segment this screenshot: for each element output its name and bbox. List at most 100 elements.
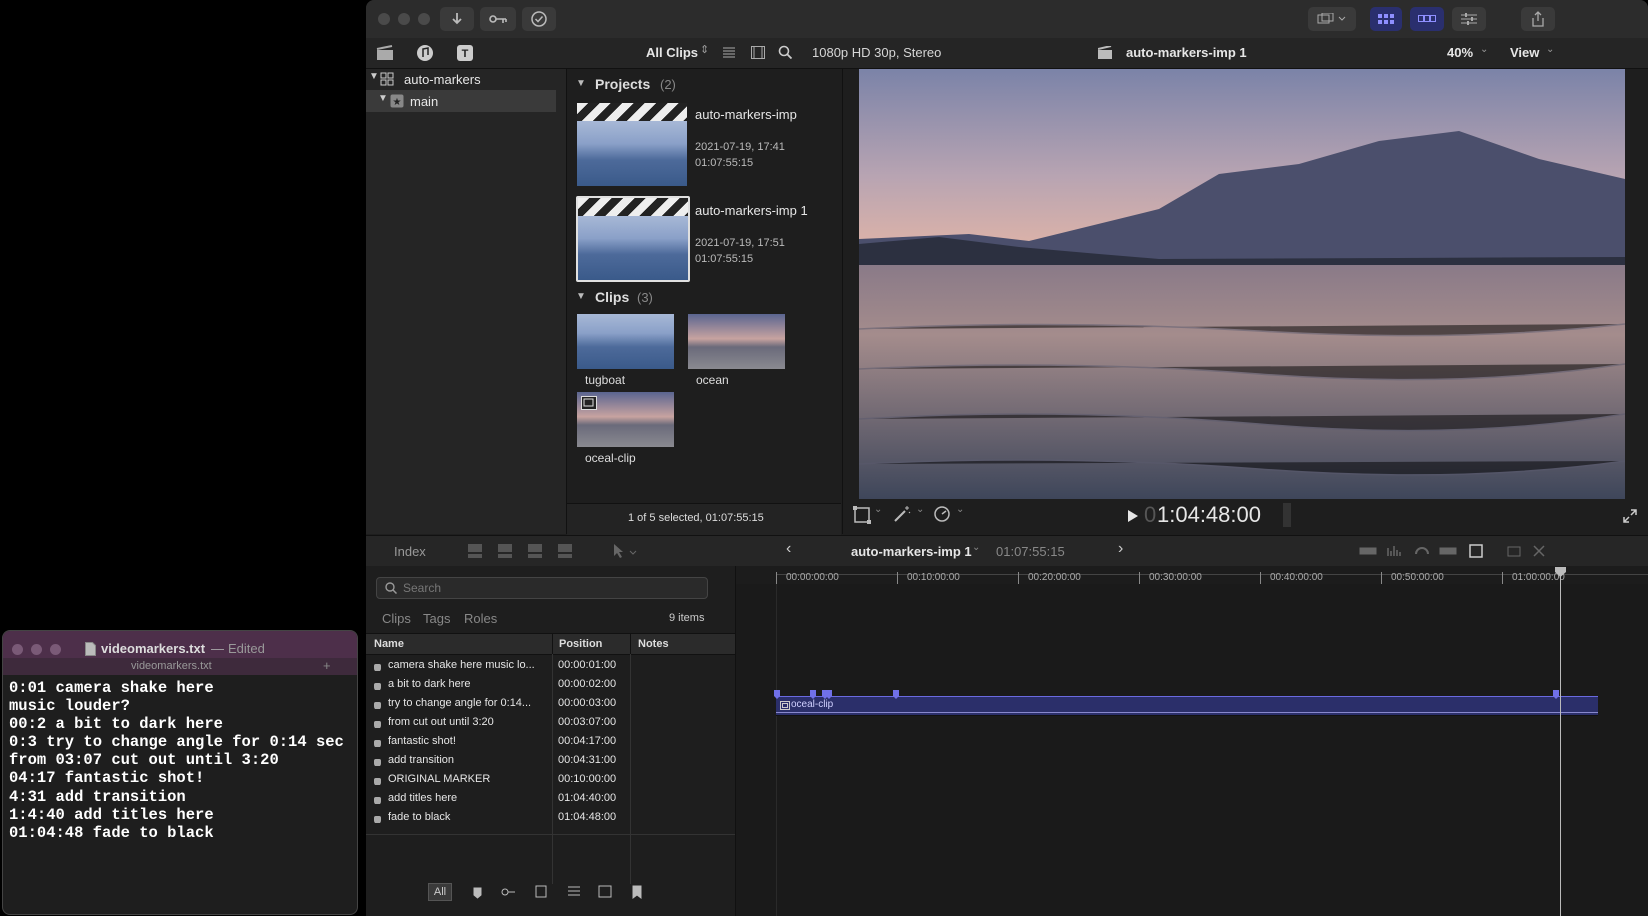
svg-text:★: ★ xyxy=(393,97,402,108)
editor-tab[interactable]: videomarkers.txt xyxy=(131,660,212,672)
show-timeline-button[interactable] xyxy=(1410,7,1444,31)
index-tab-roles[interactable]: Roles xyxy=(464,611,497,626)
project-name: auto-markers-imp xyxy=(695,107,797,122)
table-row[interactable]: add transition 00:04:31:00 xyxy=(366,750,735,769)
table-row[interactable]: a bit to dark here 00:00:02:00 xyxy=(366,674,735,693)
keywords-button[interactable] xyxy=(480,7,516,31)
table-row[interactable]: from cut out until 3:20 00:03:07:00 xyxy=(366,712,735,731)
zoom-menu[interactable]: 40% xyxy=(1447,45,1473,60)
workspace-menu[interactable] xyxy=(1308,7,1356,31)
share-button[interactable] xyxy=(1521,7,1555,31)
project-thumb-1[interactable] xyxy=(577,103,687,186)
clip-filter-menu[interactable]: All Clips xyxy=(646,45,698,60)
timeline-icon xyxy=(1418,15,1436,22)
search-icon[interactable] xyxy=(778,45,792,59)
ruler-label: 00:10:00:00 xyxy=(907,572,960,583)
marker-name: ORIGINAL MARKER xyxy=(388,772,491,785)
disclosure-triangle-icon[interactable]: ▼ xyxy=(378,93,388,104)
disclosure-triangle-icon[interactable]: ▼ xyxy=(369,71,379,82)
text-line: 4:31 add transition xyxy=(9,787,186,806)
clip-name: tugboat xyxy=(585,373,626,387)
zoom-window-button[interactable] xyxy=(50,644,61,655)
index-filter-icons[interactable] xyxy=(454,884,654,900)
music-icon[interactable] xyxy=(416,44,434,62)
marker-name: add transition xyxy=(388,753,455,766)
close-window-button[interactable] xyxy=(12,644,23,655)
disclosure-triangle-icon[interactable]: ▼ xyxy=(576,78,586,89)
list-view-icon[interactable] xyxy=(723,47,735,59)
clip-thumb-ocean[interactable] xyxy=(688,314,785,369)
close-window-button[interactable] xyxy=(378,13,390,25)
project-date: 2021-07-19, 17:41 xyxy=(695,141,785,153)
edit-buttons-icon[interactable] xyxy=(466,543,586,559)
timeline-ruler[interactable]: 00:00:00:00 00:10:00:00 00:20:00:00 00:3… xyxy=(736,566,1648,584)
marker-icon xyxy=(374,701,381,709)
column-name[interactable]: Name xyxy=(374,638,404,650)
index-tab-tags[interactable]: Tags xyxy=(423,611,450,626)
column-position[interactable]: Position xyxy=(559,638,602,650)
timeline-pane: 00:00:00:00 00:10:00:00 00:20:00:00 00:3… xyxy=(736,566,1648,916)
timeline-markers[interactable] xyxy=(774,689,1604,701)
minimize-window-button[interactable] xyxy=(31,644,42,655)
selection-status: 1 of 5 selected, 01:07:55:15 xyxy=(628,512,764,524)
show-inspector-button[interactable] xyxy=(1452,7,1486,31)
import-button[interactable] xyxy=(440,7,474,31)
background-tasks-button[interactable] xyxy=(522,7,556,31)
zoom-window-button[interactable] xyxy=(418,13,430,25)
event-name: main xyxy=(410,94,439,109)
view-menu[interactable]: View xyxy=(1510,45,1539,60)
forward-arrow-icon[interactable]: › xyxy=(1118,540,1123,558)
new-tab-icon[interactable]: + xyxy=(323,658,331,673)
library-row[interactable]: ▼ auto-markers xyxy=(366,69,566,89)
back-arrow-icon[interactable]: ‹ xyxy=(786,540,791,558)
table-row[interactable]: ORIGINAL MARKER 00:10:00:00 xyxy=(366,769,735,788)
search-icon xyxy=(385,582,397,594)
timeline-project-name[interactable]: auto-markers-imp 1 xyxy=(851,544,972,559)
show-browser-button[interactable] xyxy=(1370,7,1402,31)
timeline-tools-icons[interactable] xyxy=(1358,544,1558,560)
speed-icon[interactable] xyxy=(933,505,951,523)
marker-list: camera shake here music lo... 00:00:01:00… xyxy=(366,655,735,826)
fullscreen-icon[interactable] xyxy=(1623,509,1637,523)
editor-tab-bar: videomarkers.txt + xyxy=(3,658,357,675)
chevron-down-icon[interactable]: ⌄ xyxy=(916,504,924,515)
table-row[interactable]: fantastic shot! 00:04:17:00 xyxy=(366,731,735,750)
timecode-display[interactable]: 1:04:48:00 xyxy=(1157,502,1261,528)
marker-name: a bit to dark here xyxy=(388,677,471,690)
select-tool-icon[interactable] xyxy=(612,543,640,559)
filmstrip-icon[interactable] xyxy=(751,46,765,59)
filter-all-button[interactable]: All xyxy=(428,883,452,901)
play-icon[interactable] xyxy=(1127,509,1139,523)
index-tab-clips[interactable]: Clips xyxy=(382,611,411,626)
disclosure-triangle-icon[interactable]: ▼ xyxy=(576,291,586,302)
marker-name: try to change angle for 0:14... xyxy=(388,696,532,709)
event-row-main[interactable]: ▼ ★ main xyxy=(366,90,556,112)
editor-text-area[interactable]: 0:01 camera shake here music louder? 00:2 … xyxy=(3,675,357,846)
chevron-down-icon[interactable]: ⌄ xyxy=(956,504,964,515)
table-row[interactable]: add titles here 01:04:40:00 xyxy=(366,788,735,807)
browser-viewer-header: T All Clips ⇕ 1080p HD 30p, Stereo auto-… xyxy=(366,38,1648,69)
clapper-icon[interactable] xyxy=(376,45,394,61)
table-row[interactable]: camera shake here music lo... 00:00:01:00 xyxy=(366,655,735,674)
chevron-down-icon[interactable]: ⌄ xyxy=(972,542,980,553)
magic-wand-icon[interactable] xyxy=(893,505,911,523)
table-row[interactable]: fade to black 01:04:48:00 xyxy=(366,807,735,826)
clip-thumb-oceal-clip[interactable] xyxy=(577,392,674,447)
transform-icon[interactable] xyxy=(853,506,871,524)
titles-icon[interactable]: T xyxy=(456,44,474,62)
project-date: 2021-07-19, 17:51 xyxy=(695,237,785,249)
table-row[interactable]: try to change angle for 0:14... 00:00:03:… xyxy=(366,693,735,712)
column-notes[interactable]: Notes xyxy=(638,638,669,650)
playhead-handle-icon[interactable] xyxy=(1555,567,1566,577)
index-button[interactable]: Index xyxy=(394,544,426,559)
index-search-field[interactable]: Search xyxy=(376,577,708,599)
edited-status: Edited xyxy=(228,641,265,656)
playhead[interactable] xyxy=(1560,572,1561,916)
clip-thumb-tugboat[interactable] xyxy=(577,314,674,369)
chevron-down-icon[interactable]: ⌄ xyxy=(874,504,882,515)
ruler-label: 00:20:00:00 xyxy=(1028,572,1081,583)
project-thumb-2-selected[interactable] xyxy=(576,196,690,282)
ruler-label: 00:40:00:00 xyxy=(1270,572,1323,583)
minimize-window-button[interactable] xyxy=(398,13,410,25)
items-count: 9 items xyxy=(669,612,705,624)
